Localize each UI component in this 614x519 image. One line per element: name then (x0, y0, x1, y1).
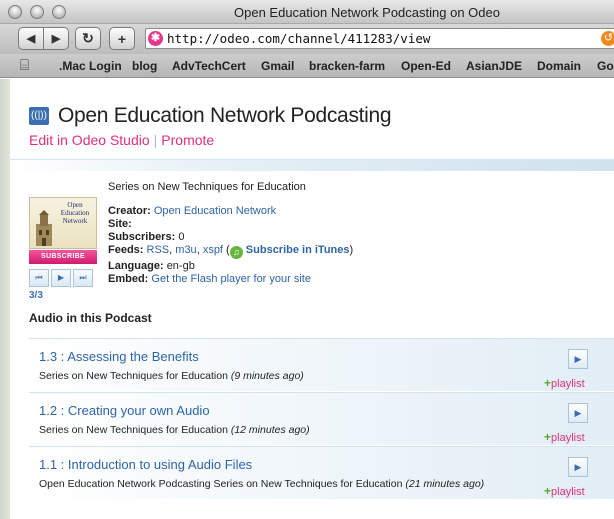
meta-creator: Creator: Open Education Network (108, 205, 276, 217)
bookmark-open-ed[interactable]: Open-Ed (401, 59, 451, 73)
bookmark-blog[interactable]: blog (132, 59, 157, 73)
episode-title-link[interactable]: 1.1 : Introduction to using Audio Files (39, 457, 252, 472)
building-illustration-icon (36, 210, 52, 246)
feeds-label: Feeds: (108, 244, 144, 256)
bookmark-asianjde[interactable]: AsianJDE (466, 59, 522, 73)
meta-site: Site: (108, 218, 132, 230)
address-bar[interactable]: ✱ http://odeo.com/channel/411283/view ↺ (145, 28, 614, 49)
podcast-actions: Edit in Odeo Studio | Promote (29, 132, 214, 148)
forward-button[interactable]: ▶ (43, 27, 69, 50)
itunes-icon: ♫ (229, 246, 243, 259)
episode-subtitle: Series on New Techniques for Education (… (39, 424, 310, 436)
header-divider (10, 159, 614, 171)
browser-toolbar: ◀ ▶ ↻ + ✱ http://odeo.com/channel/411283… (0, 24, 614, 54)
back-button[interactable]: ◀ (18, 27, 44, 50)
audio-section-heading: Audio in this Podcast (29, 311, 152, 325)
episode-series: Series on New Techniques for Education (39, 424, 228, 436)
creator-label: Creator: (108, 205, 151, 217)
podcast-cover-image[interactable]: Open Education Network (29, 197, 97, 249)
meta-language: Language: en-gb (108, 260, 195, 272)
bookmark-advtechcert[interactable]: AdvTechCert (172, 59, 246, 73)
play-icon[interactable]: ▶ (51, 269, 71, 287)
language-label: Language: (108, 260, 164, 272)
site-label: Site: (108, 218, 132, 230)
meta-subscribers: Subscribers: 0 (108, 231, 184, 243)
promote-link[interactable]: Promote (161, 132, 214, 148)
bookmark-bracken-farm[interactable]: bracken-farm (309, 59, 385, 73)
episode-subtitle: Series on New Techniques for Education (… (39, 370, 304, 382)
bookmarks-bar: ⌸ .Mac Login blog AdvTechCert Gmail brac… (0, 54, 614, 78)
page-title: Open Education Network Podcasting (58, 104, 392, 127)
playlist-label: playlist (551, 378, 585, 390)
plus-icon: + (544, 484, 552, 498)
add-to-playlist-link[interactable]: +playlist (544, 376, 585, 390)
bookmarks-book-icon[interactable]: ⌸ (20, 57, 29, 74)
track-count: 3/3 (29, 290, 43, 301)
episode-subtitle: Open Education Network Podcasting Series… (39, 478, 484, 490)
feed-rss-link[interactable]: RSS (147, 244, 170, 256)
meta-feeds: Feeds: RSS, m3u, xspf (♫ Subscribe in iT… (108, 244, 354, 259)
reload-icon: ↻ (82, 30, 94, 46)
plus-icon: + (544, 376, 552, 390)
edit-in-odeo-studio-link[interactable]: Edit in Odeo Studio (29, 132, 150, 148)
back-arrow-icon: ◀ (26, 33, 36, 45)
window-title: Open Education Network Podcasting on Ode… (234, 5, 500, 20)
bookmark-mac-login[interactable]: .Mac Login (59, 59, 122, 73)
bookmark-goo[interactable]: Goo (597, 59, 614, 73)
embed-label: Embed: (108, 273, 149, 285)
playlist-label: playlist (551, 432, 585, 444)
playlist-label: playlist (551, 486, 585, 498)
add-bookmark-button[interactable]: + (109, 27, 135, 50)
episode-series: Open Education Network Podcasting Series… (39, 478, 403, 490)
cover-text: Open Education Network (60, 201, 90, 225)
forward-arrow-icon: ▶ (51, 33, 61, 45)
subscribers-count: 0 (178, 231, 185, 243)
next-track-icon[interactable]: ⏭ (73, 269, 93, 287)
episode-item: 1.1 : Introduction to using Audio Files … (29, 446, 614, 499)
episode-title-link[interactable]: 1.2 : Creating your own Audio (39, 403, 210, 418)
feed-m3u-link[interactable]: m3u (175, 244, 196, 256)
podcast-player: ⏮ ▶ ⏭ (29, 269, 95, 287)
podcast-logo-icon: ((|)) (29, 107, 49, 125)
episode-age: (9 minutes ago) (230, 370, 304, 382)
subscribe-button[interactable]: SUBSCRIBE (29, 250, 97, 264)
episode-item: 1.2 : Creating your own Audio Series on … (29, 392, 614, 445)
page-content: ((|)) Open Education Network Podcasting … (0, 79, 614, 519)
episode-age: (12 minutes ago) (230, 424, 310, 436)
page-left-gutter (0, 79, 10, 519)
episode-play-icon[interactable]: ▶ (568, 403, 588, 423)
link-separator: | (153, 132, 158, 148)
episode-age: (21 minutes ago) (405, 478, 485, 490)
episode-item: 1.3 : Assessing the Benefits Series on N… (29, 338, 614, 391)
plus-icon: + (544, 430, 552, 444)
reload-button[interactable]: ↻ (75, 27, 101, 50)
episode-series: Series on New Techniques for Education (39, 370, 228, 382)
episode-play-icon[interactable]: ▶ (568, 457, 588, 477)
site-favicon-icon: ✱ (148, 31, 163, 46)
episode-play-icon[interactable]: ▶ (568, 349, 588, 369)
feed-xspf-link[interactable]: xspf (203, 244, 223, 256)
snapback-icon[interactable]: ↺ (601, 31, 614, 46)
podcast-description: Series on New Techniques for Education (108, 181, 306, 193)
bookmark-gmail[interactable]: Gmail (261, 59, 294, 73)
previous-track-icon[interactable]: ⏮ (29, 269, 49, 287)
episode-title-link[interactable]: 1.3 : Assessing the Benefits (39, 349, 199, 364)
subscribers-label: Subscribers: (108, 231, 176, 243)
flash-player-link[interactable]: Get the Flash player for your site (151, 273, 311, 285)
language-value: en-gb (166, 260, 195, 272)
window-titlebar: Open Education Network Podcasting on Ode… (0, 0, 614, 24)
bookmark-domain[interactable]: Domain (537, 59, 581, 73)
address-bar-url[interactable]: http://odeo.com/channel/411283/view (167, 31, 430, 46)
creator-link[interactable]: Open Education Network (154, 205, 276, 217)
add-to-playlist-link[interactable]: +playlist (544, 484, 585, 498)
meta-embed: Embed: Get the Flash player for your sit… (108, 273, 311, 285)
subscribe-in-itunes-link[interactable]: Subscribe in iTunes (246, 244, 350, 256)
plus-icon: + (117, 30, 127, 47)
add-to-playlist-link[interactable]: +playlist (544, 430, 585, 444)
